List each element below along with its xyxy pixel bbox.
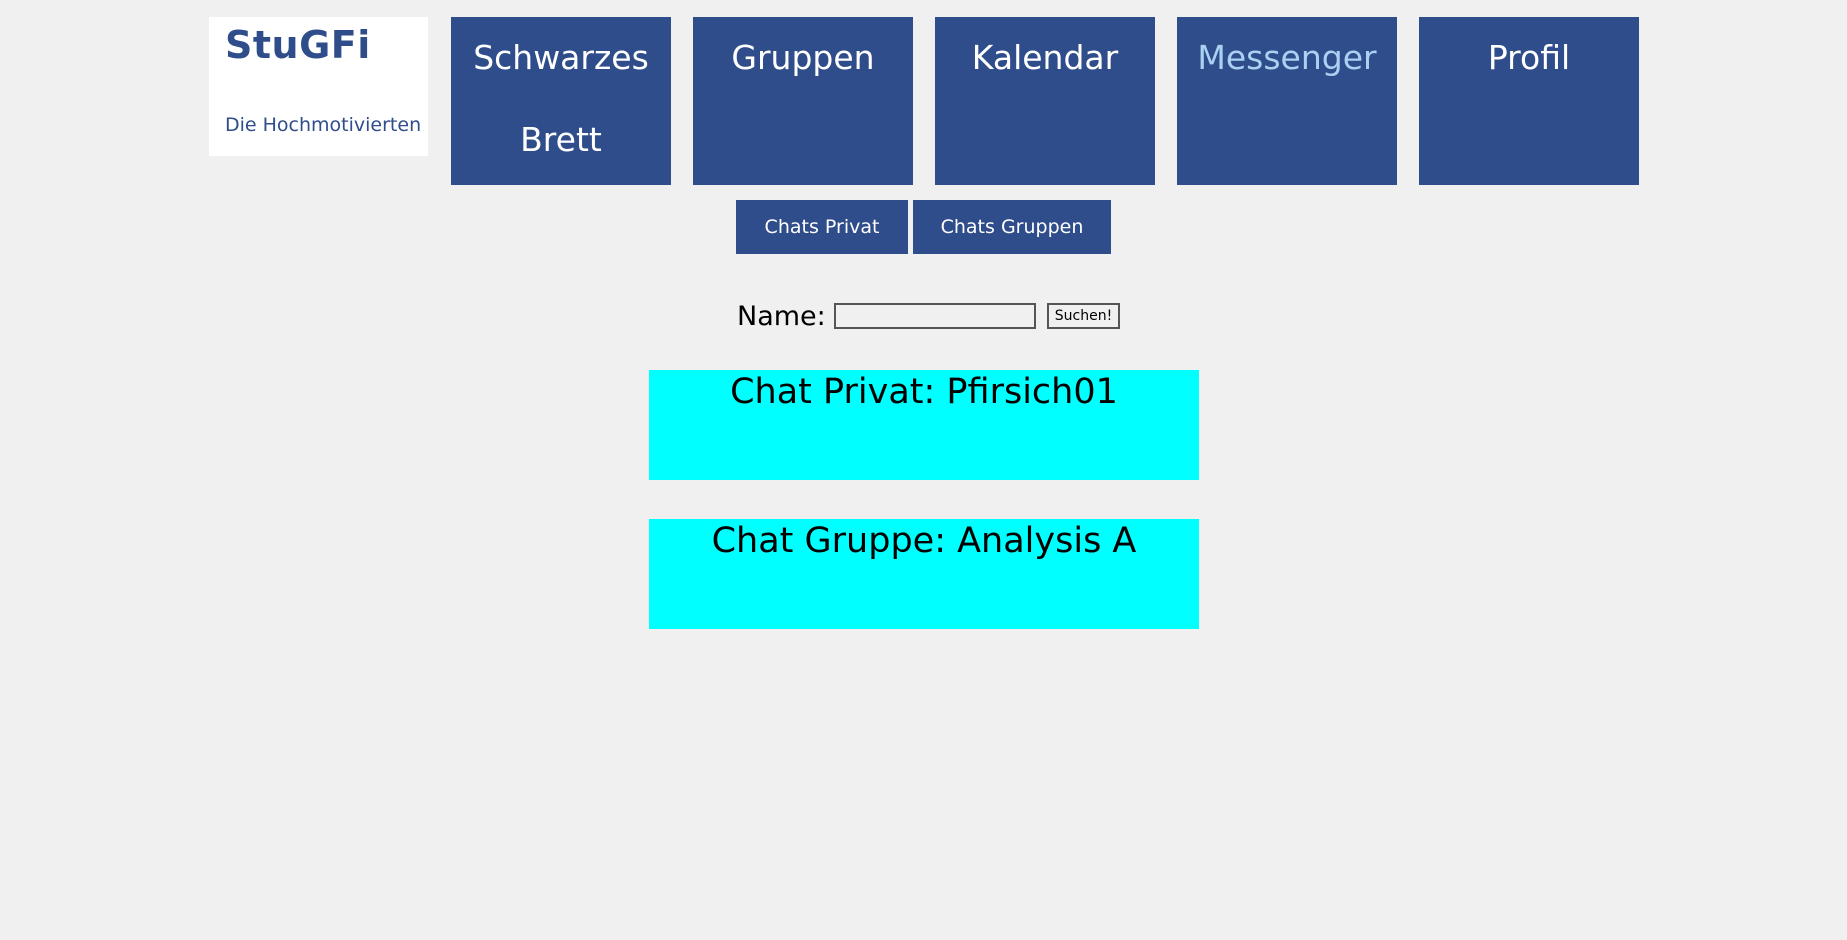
nav-label: Profil	[1487, 38, 1571, 77]
search-bar: Name: Suchen!	[737, 298, 1121, 334]
nav-label: Gruppen	[731, 38, 875, 77]
chat-card-group[interactable]: Chat Gruppe: Analysis A	[649, 519, 1199, 629]
name-search-input[interactable]	[833, 303, 1036, 329]
chat-card-label: Chat Gruppe: Analysis A	[711, 521, 1137, 561]
nav-label-line2: Brett	[520, 120, 602, 159]
nav-item-messenger[interactable]: Messenger	[1177, 17, 1397, 185]
chat-card-private[interactable]: Chat Privat: Pfirsich01	[649, 370, 1199, 480]
nav-item-kalendar[interactable]: Kalendar	[935, 17, 1155, 185]
nav-label: Messenger	[1197, 38, 1377, 77]
search-label: Name:	[737, 300, 826, 332]
nav-item-gruppen[interactable]: Gruppen	[693, 17, 913, 185]
nav-item-profil[interactable]: Profil	[1419, 17, 1639, 185]
logo-subtitle: Die Hochmotivierten	[225, 114, 422, 136]
chat-card-label: Chat Privat: Pfirsich01	[730, 372, 1118, 412]
chats-gruppen-button[interactable]: Chats Gruppen	[913, 200, 1111, 254]
nav-label-line1: Schwarzes	[473, 38, 649, 77]
logo-title: StuGFi	[225, 23, 371, 67]
chats-privat-button[interactable]: Chats Privat	[736, 200, 908, 254]
nav-item-schwarzes-brett[interactable]: Schwarzes Brett	[451, 17, 671, 185]
logo[interactable]: StuGFi Die Hochmotivierten	[209, 17, 428, 156]
search-button[interactable]: Suchen!	[1046, 303, 1121, 329]
nav-label: Kalendar	[971, 38, 1119, 77]
